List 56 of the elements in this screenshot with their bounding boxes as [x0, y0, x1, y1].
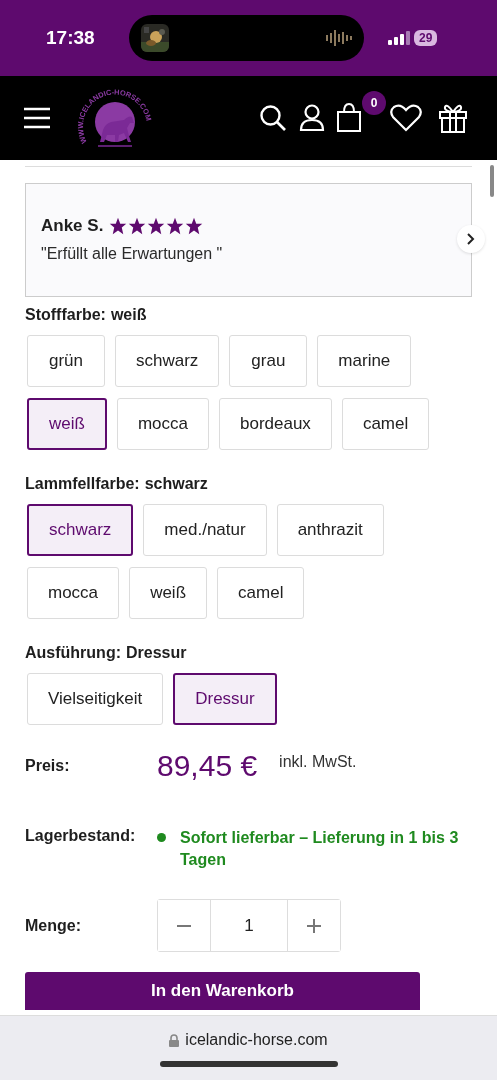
cart-count-badge: 0: [362, 91, 386, 115]
scrollbar: [490, 165, 494, 197]
url-text[interactable]: icelandic-horse.com: [185, 1031, 328, 1049]
star-icon: [109, 217, 128, 235]
reviewer-name: Anke S.: [41, 216, 104, 236]
option-swatch[interactable]: marine: [317, 335, 412, 387]
star-icon: [147, 217, 166, 235]
shopping-bag-icon[interactable]: [336, 103, 362, 133]
option-swatch[interactable]: weiß: [129, 567, 208, 619]
chevron-right-icon: [467, 233, 475, 245]
option-value: weiß: [110, 306, 147, 324]
option-swatch[interactable]: camel: [341, 398, 430, 450]
option-swatch[interactable]: schwarz: [27, 504, 134, 556]
option-swatch[interactable]: mocca: [27, 567, 120, 619]
heart-icon[interactable]: [390, 104, 422, 132]
stock-label: Lagerbestand:: [25, 827, 137, 845]
option-swatch[interactable]: Vielseitigkeit: [27, 673, 164, 725]
next-review-button[interactable]: [457, 225, 485, 253]
price: 89,45 €: [157, 749, 258, 783]
menu-icon[interactable]: [24, 107, 50, 129]
search-icon[interactable]: [259, 104, 287, 132]
add-to-cart-button[interactable]: In den Warenkorb: [25, 972, 420, 1010]
stock-status: Sofort lieferbar – Lieferung in 1 bis 3 Tagen: [180, 828, 460, 870]
option-value: Dressur: [126, 644, 187, 662]
option-swatch[interactable]: schwarz: [115, 335, 220, 387]
clock: 17:38: [46, 27, 96, 49]
option-swatch[interactable]: grün: [27, 335, 105, 387]
star-icon: [185, 217, 204, 235]
minus-icon: [177, 924, 191, 927]
option-swatch[interactable]: Dressur: [173, 673, 277, 725]
option-label: Stofffarbe:: [25, 306, 106, 324]
star-icon: [166, 217, 185, 235]
account-icon[interactable]: [299, 104, 325, 132]
signal-icon: [388, 31, 410, 45]
waveform-icon: [326, 30, 352, 46]
lock-icon: [169, 1033, 180, 1047]
option-swatch[interactable]: bordeaux: [219, 398, 332, 450]
review-text: "Erfüllt alle Erwartungen ": [41, 245, 224, 263]
option-swatch[interactable]: camel: [217, 567, 305, 619]
option-swatch[interactable]: med./natur: [143, 504, 267, 556]
quantity-field[interactable]: 1: [210, 900, 288, 951]
option-swatch[interactable]: grau: [229, 335, 308, 387]
option-swatch[interactable]: anthrazit: [276, 504, 384, 556]
option-label: Ausführung:: [25, 644, 121, 662]
quantity-stepper[interactable]: 1: [157, 899, 341, 952]
star-icon: [128, 217, 147, 235]
option-swatch[interactable]: mocca: [116, 398, 209, 450]
option-swatch[interactable]: weiß: [27, 398, 107, 450]
quantity-label: Menge:: [25, 916, 82, 935]
option-value: schwarz: [144, 475, 208, 493]
option-label: Lammfellfarbe:: [25, 475, 140, 493]
battery-indicator: 29: [414, 30, 438, 46]
price-label: Preis:: [25, 757, 71, 775]
plus-icon: [307, 918, 321, 933]
gift-icon[interactable]: [438, 103, 468, 133]
tax-note: inkl. MwSt.: [279, 753, 357, 771]
